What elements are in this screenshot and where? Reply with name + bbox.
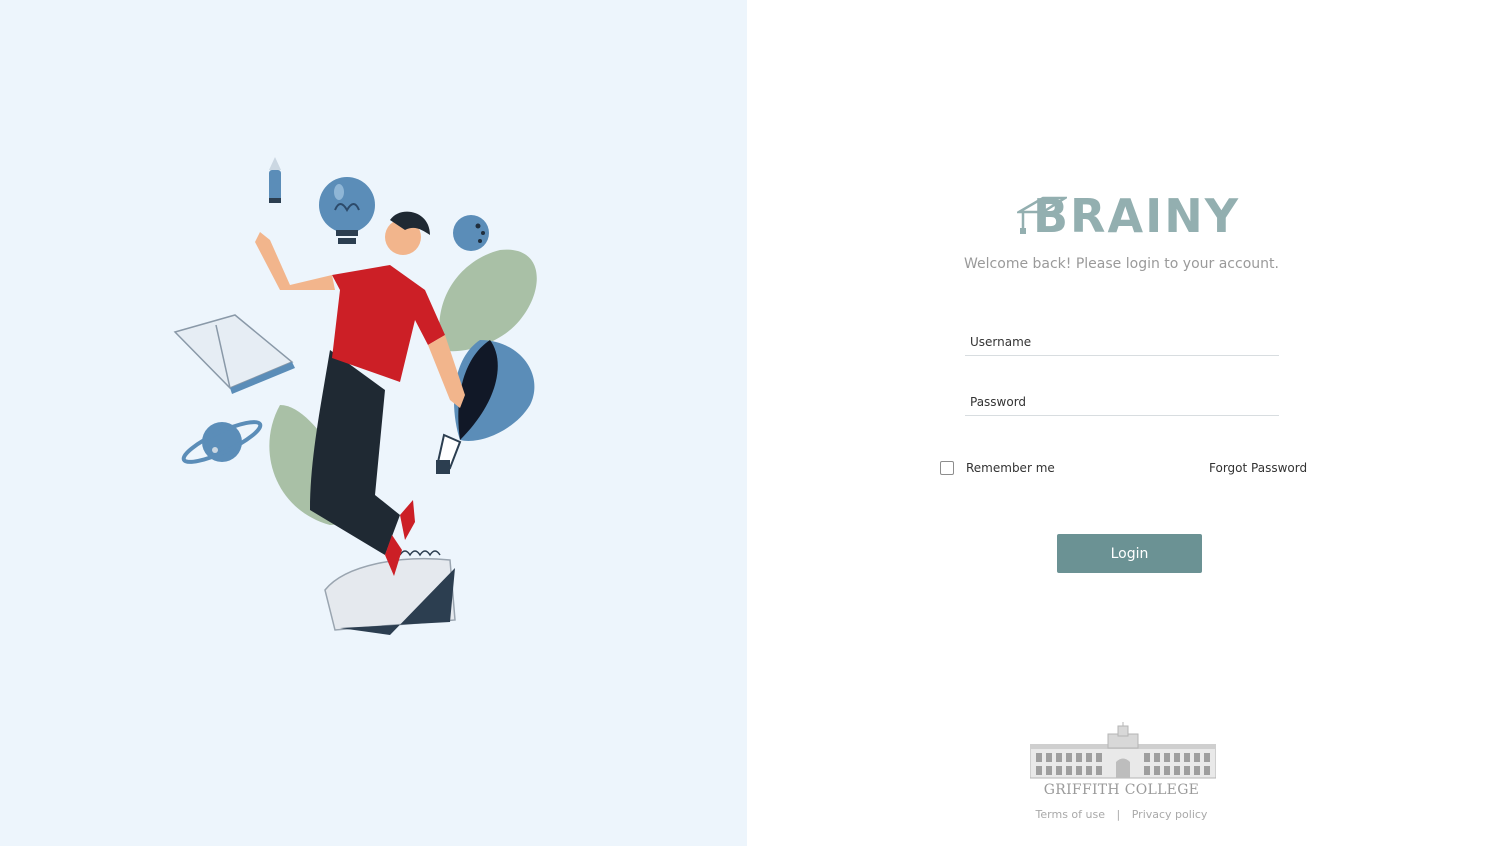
terms-of-use-link[interactable]: Terms of use <box>1036 808 1105 821</box>
welcome-text: Welcome back! Please login to your accou… <box>964 256 1279 272</box>
username-input[interactable] <box>965 320 1279 355</box>
leaf-right <box>439 249 537 352</box>
username-field-wrapper <box>965 320 1279 356</box>
student-figure <box>255 211 465 576</box>
brand-name: BRAINY <box>1033 189 1241 243</box>
ball-icon <box>453 215 489 251</box>
login-button[interactable]: Login <box>1057 534 1202 573</box>
college-name: GRIFFITH COLLEGE <box>1043 782 1200 798</box>
password-field-wrapper <box>965 380 1279 416</box>
login-page: BRAINY Welcome back! Please login to you… <box>0 0 1496 846</box>
password-input[interactable] <box>965 380 1279 415</box>
privacy-policy-link[interactable]: Privacy policy <box>1132 808 1208 821</box>
illustration-panel <box>0 0 747 846</box>
lightbulb-icon <box>319 177 375 244</box>
remember-me-checkbox[interactable] <box>940 461 954 475</box>
college-building-icon <box>1030 722 1216 779</box>
planet-icon <box>181 420 263 464</box>
remember-me-label: Remember me <box>966 461 1055 475</box>
remember-me-option[interactable]: Remember me <box>940 461 1055 475</box>
forgot-password-link[interactable]: Forgot Password <box>1209 461 1307 475</box>
open-book-icon <box>173 314 295 394</box>
student-illustration <box>173 157 537 635</box>
login-panel: BRAINY Welcome back! Please login to you… <box>747 0 1496 846</box>
footer-separator: | <box>1116 808 1121 821</box>
brand-logo: BRAINY <box>1017 188 1238 244</box>
pencil-icon <box>269 157 281 203</box>
footer-links: Terms of use | Privacy policy <box>747 808 1496 821</box>
